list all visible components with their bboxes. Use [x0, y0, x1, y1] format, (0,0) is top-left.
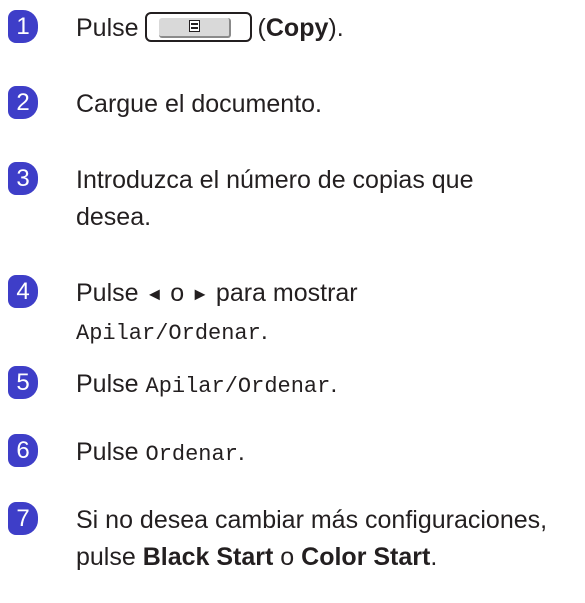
step-6-menu-option: Ordenar [145, 442, 238, 467]
step-4-menu-option: Apilar/Ordenar [76, 321, 261, 346]
black-start-label: Black Start [142, 543, 274, 571]
step-number-badge: 3 [8, 162, 38, 195]
copy-button [144, 12, 252, 43]
step-text: Pulse ◄ o ► para mostrar Apilar/Ordenar. [76, 275, 585, 352]
step-4-period: . [260, 317, 268, 345]
copy-button-face [158, 18, 231, 39]
step-6-period: . [237, 438, 245, 466]
step-text: Pulse Apilar/Ordenar. [76, 366, 585, 405]
step-1-open-paren: ( [257, 14, 266, 42]
step-5-period: . [330, 370, 338, 398]
step-text: Cargue el documento. [76, 90, 322, 118]
step-6-pulse: Pulse [76, 438, 139, 466]
step-text: Pulse (Copy). [76, 10, 585, 47]
step-1-close: ). [328, 14, 344, 42]
step-number-badge: 5 [8, 366, 38, 399]
step-7-period: . [430, 543, 438, 571]
step-5-pulse: Pulse [76, 370, 139, 398]
step-text: Introduzca el número de copias que desea… [76, 166, 474, 231]
left-arrow-icon: ◄ [145, 284, 164, 304]
step-4-pulse: Pulse [76, 279, 139, 307]
right-arrow-icon: ► [191, 284, 209, 304]
step-4-para-mostrar: para mostrar [215, 279, 358, 307]
step-text: Si no desea cambiar más configuraciones,… [76, 502, 581, 576]
step-4-o: o [170, 279, 185, 307]
step-number-badge: 6 [8, 434, 38, 467]
step-1-copy-label: Copy [265, 14, 329, 42]
step-number-badge: 1 [8, 10, 38, 43]
step-number-badge: 4 [8, 275, 38, 308]
step-number-badge: 2 [8, 86, 38, 119]
step-number-badge: 7 [8, 502, 38, 535]
step-5-menu-option: Apilar/Ordenar [145, 374, 331, 399]
step-1-pulse: Pulse [76, 14, 139, 42]
copy-icon [188, 20, 200, 33]
color-start-label: Color Start [301, 543, 431, 571]
step-7-o: o [280, 543, 295, 571]
step-text: Pulse Ordenar. [76, 434, 585, 473]
